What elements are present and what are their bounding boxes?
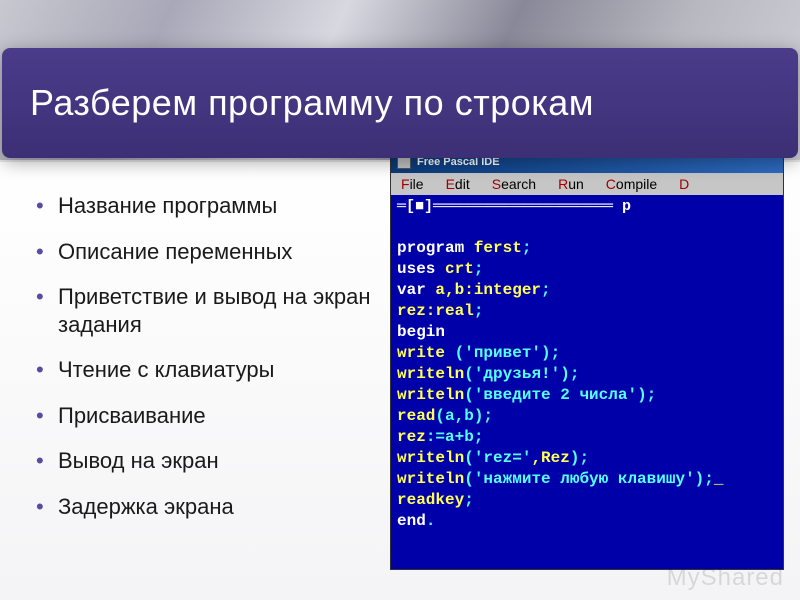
- ide-window: Free Pascal IDE File Edit Search Run Com…: [390, 150, 784, 570]
- bullet-list: Название программы Описание переменных П…: [0, 162, 390, 600]
- code-punct: (: [464, 365, 474, 383]
- code-keyword: uses: [397, 260, 435, 278]
- code-ident: writeln: [397, 449, 464, 467]
- list-item: Задержка экрана: [36, 493, 380, 521]
- code-punct: (a,b);: [435, 407, 493, 425]
- code-punct: );: [570, 449, 589, 467]
- code-ident: writeln: [397, 386, 464, 404]
- code-ident: writeln: [397, 365, 464, 383]
- slide-body: Название программы Описание переменных П…: [0, 162, 800, 600]
- watermark-shared: Shared: [701, 564, 784, 591]
- code-punct: ;: [522, 239, 532, 257]
- menu-compile[interactable]: Compile: [606, 176, 657, 192]
- menu-run[interactable]: Run: [558, 176, 584, 192]
- code-ident: rez: [397, 428, 426, 446]
- code-string: 'нажмите любую клавишу': [474, 470, 695, 488]
- code-punct: .: [426, 512, 436, 530]
- code-operator: :=a+b;: [426, 428, 484, 446]
- code-punct: );: [541, 344, 560, 362]
- watermark-my: My: [667, 564, 701, 591]
- cursor-icon: _: [714, 470, 724, 488]
- code-ident: read: [397, 407, 435, 425]
- code-keyword: begin: [397, 323, 445, 341]
- code-ident: a,b:integer: [426, 281, 541, 299]
- code-keyword: end: [397, 512, 426, 530]
- list-item: Название программы: [36, 192, 380, 220]
- code-ident: rez:real: [397, 302, 474, 320]
- ide-editor-area: ═[■]════════════════════ p program ferst…: [391, 195, 783, 569]
- ide-menubar: File Edit Search Run Compile D: [391, 173, 783, 195]
- code-ident: ferst: [464, 239, 522, 257]
- list-item: Приветствие и вывод на экран задания: [36, 283, 380, 338]
- menu-d[interactable]: D: [679, 176, 689, 192]
- code-string: 'друзья!': [474, 365, 560, 383]
- code-string: 'rez=': [474, 449, 532, 467]
- code-punct: (: [464, 449, 474, 467]
- code-ident: readkey: [397, 491, 464, 509]
- code-ident: writeln: [397, 470, 464, 488]
- ide-screenshot: Free Pascal IDE File Edit Search Run Com…: [390, 162, 800, 600]
- slide-title: Разберем программу по строкам: [30, 82, 594, 124]
- code-ident: crt: [435, 260, 473, 278]
- code-block: program ferst; uses crt; var a,b:integer…: [397, 217, 777, 553]
- code-punct: );: [560, 365, 579, 383]
- menu-edit[interactable]: Edit: [446, 176, 470, 192]
- menu-search[interactable]: Search: [492, 176, 536, 192]
- frame-decor: ═[■]════════════════════ p: [397, 199, 777, 215]
- code-punct: (: [445, 344, 464, 362]
- code-punct: ;: [464, 491, 474, 509]
- code-punct: );: [637, 386, 656, 404]
- code-punct: ;: [474, 260, 484, 278]
- list-item: Вывод на экран: [36, 447, 380, 475]
- code-punct: (: [464, 470, 474, 488]
- list-item: Описание переменных: [36, 238, 380, 266]
- watermark: MyShared: [667, 564, 784, 592]
- code-punct: (: [464, 386, 474, 404]
- code-punct: );: [695, 470, 714, 488]
- code-ident: ,Rez: [531, 449, 569, 467]
- code-punct: ;: [474, 302, 484, 320]
- code-keyword: var: [397, 281, 426, 299]
- code-keyword: program: [397, 239, 464, 257]
- list-item: Присваивание: [36, 402, 380, 430]
- list-item: Чтение с клавиатуры: [36, 356, 380, 384]
- code-string: 'введите 2 числа': [474, 386, 637, 404]
- slide-title-panel: Разберем программу по строкам: [2, 48, 798, 158]
- code-string: 'привет': [464, 344, 541, 362]
- code-ident: write: [397, 344, 445, 362]
- code-punct: ;: [541, 281, 551, 299]
- menu-file[interactable]: File: [401, 176, 424, 192]
